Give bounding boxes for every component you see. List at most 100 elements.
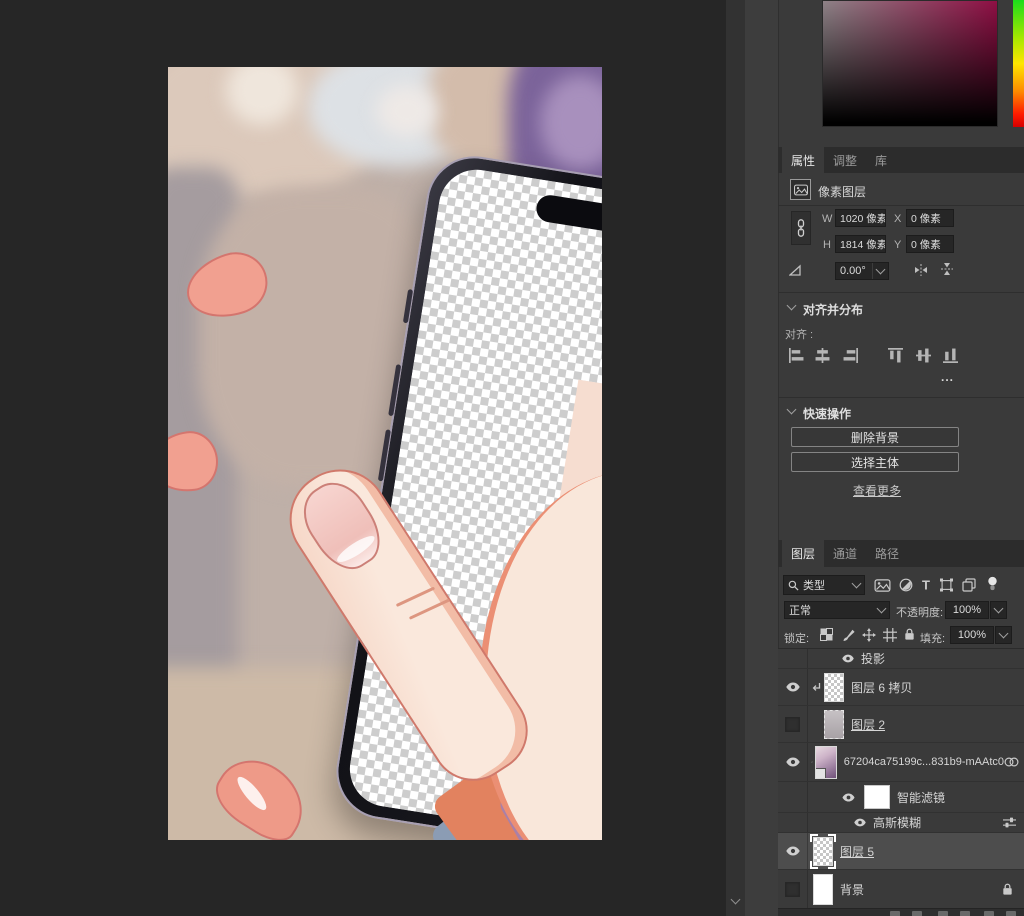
smart-object-thumbnail[interactable] xyxy=(814,745,837,779)
visibility-cell[interactable] xyxy=(778,743,808,781)
align-top-button[interactable] xyxy=(888,348,903,363)
layer-thumbnail[interactable] xyxy=(813,873,833,905)
flip-vertical-button[interactable] xyxy=(940,262,954,276)
visibility-eye-icon[interactable] xyxy=(854,818,866,827)
lock-transparency-button[interactable] xyxy=(820,628,833,641)
align-more-button[interactable]: ... xyxy=(941,370,954,384)
layer-row-layer5-selected[interactable]: 图层 5 xyxy=(778,833,1024,870)
toolbar-icon-partial[interactable] xyxy=(912,911,922,916)
quick-actions-collapse-icon[interactable] xyxy=(786,404,797,415)
remove-background-button[interactable]: 删除背景 xyxy=(791,427,959,447)
layer-row-gaussian-blur[interactable]: 高斯模糊 xyxy=(778,813,1024,833)
effect-name[interactable]: 投影 xyxy=(861,650,885,667)
visibility-eye-icon[interactable] xyxy=(842,654,854,663)
visibility-eye-icon[interactable] xyxy=(786,846,800,856)
visibility-cell[interactable] xyxy=(778,870,808,908)
select-subject-button[interactable]: 选择主体 xyxy=(791,452,959,472)
rotation-dropdown-icon[interactable] xyxy=(875,264,886,275)
layer-row-smart-filters[interactable]: 智能滤镜 xyxy=(778,782,1024,813)
scrollbar-down-arrow-icon[interactable] xyxy=(730,894,741,905)
tab-channels[interactable]: 通道 xyxy=(824,540,866,567)
see-more-link[interactable]: 查看更多 xyxy=(853,482,901,499)
layer-filter-type-select[interactable]: 类型 xyxy=(783,575,865,595)
y-input[interactable]: 0 像素 xyxy=(906,235,954,253)
opacity-input[interactable]: 100% xyxy=(945,601,989,619)
layer-row-smart-object[interactable]: 67204ca75199c...831b9-mAAtc0 xyxy=(778,743,1024,782)
tab-libraries[interactable]: 库 xyxy=(866,147,896,173)
smart-filters-label[interactable]: 智能滤镜 xyxy=(897,789,945,806)
layer-thumbnail[interactable] xyxy=(824,709,844,739)
filter-type-dropdown-icon[interactable] xyxy=(851,578,862,589)
align-left-button[interactable] xyxy=(789,348,804,363)
lock-icon xyxy=(903,627,916,641)
tab-adjustments[interactable]: 调整 xyxy=(824,147,866,173)
visibility-cell[interactable] xyxy=(778,833,808,869)
layer-name[interactable]: 背景 xyxy=(840,881,864,898)
hue-slider[interactable] xyxy=(1013,0,1024,127)
align-right-button[interactable] xyxy=(843,348,858,363)
toolbar-icon-partial[interactable] xyxy=(890,911,900,916)
visibility-empty-box[interactable] xyxy=(785,716,800,732)
visibility-empty-box[interactable] xyxy=(785,881,800,897)
align-middle-v-icon xyxy=(916,348,931,363)
blend-mode-select[interactable]: 正常 xyxy=(784,601,890,619)
opacity-dropdown-button[interactable] xyxy=(990,601,1007,619)
layer-name[interactable]: 图层 2 xyxy=(851,716,885,733)
align-section-collapse-icon[interactable] xyxy=(786,300,797,311)
toolbar-icon-partial[interactable] xyxy=(1006,911,1016,916)
lock-pixels-button[interactable] xyxy=(842,628,856,642)
canvas-area[interactable] xyxy=(0,0,726,916)
layer-effect-row-drop-shadow[interactable]: 投影 xyxy=(778,649,1024,669)
blend-mode-dropdown-icon[interactable] xyxy=(876,603,887,614)
link-dimensions-button[interactable] xyxy=(791,211,811,245)
layer-name[interactable]: 图层 5 xyxy=(840,843,874,860)
filter-blending-options-icon[interactable] xyxy=(1003,817,1016,828)
filter-shape-layers-button[interactable] xyxy=(939,578,954,592)
layer-row-background[interactable]: 背景 xyxy=(778,870,1024,909)
canvas-vertical-scrollbar[interactable] xyxy=(726,0,745,916)
filter-name[interactable]: 高斯模糊 xyxy=(873,814,921,831)
effect-eye-cell xyxy=(778,649,808,668)
layer-row-layer2[interactable]: 图层 2 xyxy=(778,706,1024,743)
smart-filter-mask-thumbnail[interactable] xyxy=(864,785,890,809)
visibility-cell[interactable] xyxy=(778,669,808,705)
fill-input[interactable]: 100% xyxy=(950,626,994,644)
layer-thumbnail[interactable] xyxy=(824,672,844,702)
lock-position-button[interactable] xyxy=(862,628,876,642)
height-input[interactable]: 1814 像素 xyxy=(835,235,886,253)
toolbar-icon-partial[interactable] xyxy=(938,911,948,916)
finger-highlight xyxy=(233,773,271,814)
x-input[interactable]: 0 像素 xyxy=(906,209,954,227)
layer-row-layer6-copy[interactable]: 图层 6 拷贝 xyxy=(778,669,1024,706)
lock-all-button[interactable] xyxy=(903,627,916,641)
visibility-cell[interactable] xyxy=(778,706,808,742)
toolbar-icon-partial[interactable] xyxy=(984,911,994,916)
smart-filter-badge-icon[interactable] xyxy=(1004,757,1019,767)
lock-artboard-button[interactable] xyxy=(883,628,897,642)
visibility-eye-icon[interactable] xyxy=(842,793,855,802)
fill-dropdown-button[interactable] xyxy=(995,626,1012,644)
visibility-eye-icon[interactable] xyxy=(786,682,800,692)
visibility-eye-icon[interactable] xyxy=(786,757,800,767)
width-input[interactable]: 1020 像素 xyxy=(835,209,886,227)
filtering-toggle[interactable] xyxy=(986,576,999,591)
lock-transparency-icon xyxy=(820,628,833,641)
align-center-h-button[interactable] xyxy=(815,348,830,363)
tab-paths[interactable]: 路径 xyxy=(866,540,908,567)
toolbar-icon-partial[interactable] xyxy=(960,911,970,916)
rotation-input[interactable]: 0.00° xyxy=(835,262,889,280)
tab-layers[interactable]: 图层 xyxy=(782,540,825,567)
filter-smart-objects-button[interactable] xyxy=(962,578,976,592)
filter-adjustment-layers-button[interactable] xyxy=(899,578,913,592)
canvas-document[interactable] xyxy=(168,67,602,840)
layer-name[interactable]: 图层 6 拷贝 xyxy=(851,679,912,696)
flip-horizontal-button[interactable] xyxy=(914,263,928,277)
filter-pixel-layers-button[interactable] xyxy=(874,579,891,592)
bg-blossom-dot-2 xyxy=(376,85,438,137)
color-picker-field[interactable] xyxy=(822,0,998,127)
align-middle-v-button[interactable] xyxy=(916,348,931,363)
align-bottom-button[interactable] xyxy=(943,348,958,363)
filter-type-layers-button[interactable] xyxy=(919,578,933,592)
tab-properties[interactable]: 属性 xyxy=(782,147,825,173)
layer-name[interactable]: 67204ca75199c...831b9-mAAtc0 xyxy=(844,756,1004,768)
